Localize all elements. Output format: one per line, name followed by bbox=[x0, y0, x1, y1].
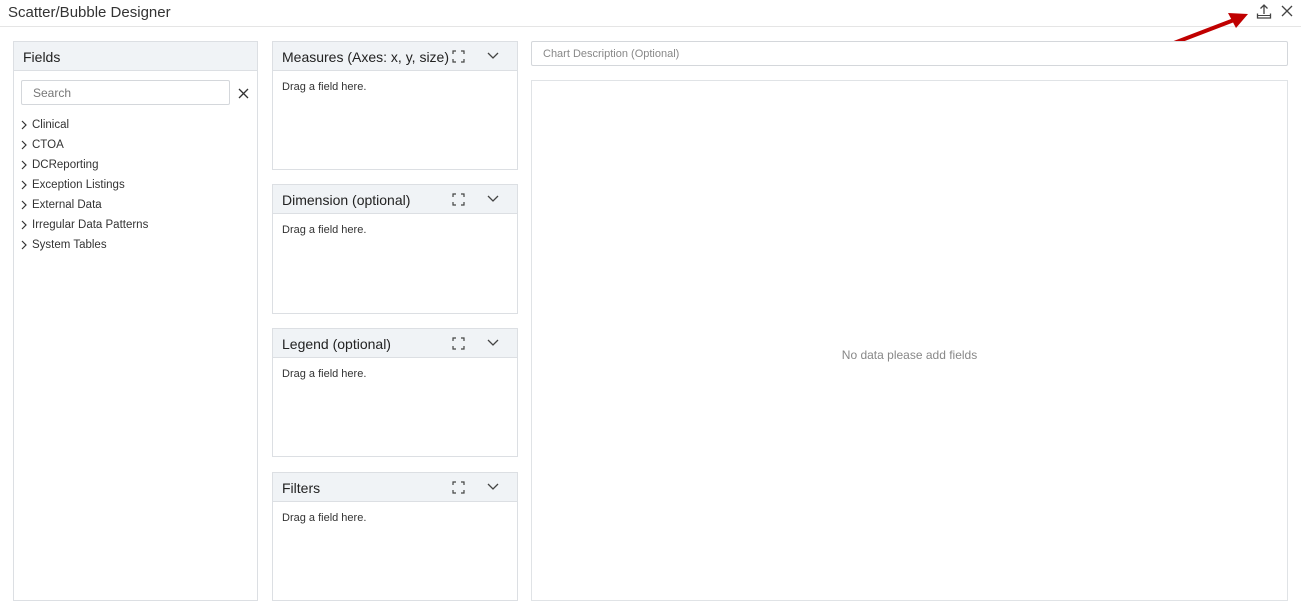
chart-preview-area: No data please add fields bbox=[531, 80, 1288, 601]
tree-item-ctoa[interactable]: CTOA bbox=[19, 135, 148, 155]
title-bar: Scatter/Bubble Designer bbox=[0, 0, 1301, 27]
window-title: Scatter/Bubble Designer bbox=[8, 4, 171, 21]
tree-item-label: External Data bbox=[32, 199, 102, 211]
fields-panel: Fields Clinical CTOA DCReporting Excepti… bbox=[13, 41, 258, 601]
tree-item-label: DCReporting bbox=[32, 159, 99, 171]
chart-description-input[interactable] bbox=[531, 41, 1288, 66]
chevron-right-icon[interactable] bbox=[19, 180, 29, 190]
fields-tree: Clinical CTOA DCReporting Exception List… bbox=[19, 115, 148, 255]
dimension-header: Dimension (optional) bbox=[273, 185, 517, 214]
chevron-down-icon[interactable] bbox=[487, 195, 499, 203]
tree-item-external-data[interactable]: External Data bbox=[19, 195, 148, 215]
chevron-right-icon[interactable] bbox=[19, 160, 29, 170]
export-upload-icon[interactable] bbox=[1255, 3, 1273, 21]
chevron-right-icon[interactable] bbox=[19, 240, 29, 250]
measures-title: Measures (Axes: x, y, size) bbox=[282, 49, 450, 65]
close-icon[interactable] bbox=[1280, 4, 1294, 18]
tree-item-dcreporting[interactable]: DCReporting bbox=[19, 155, 148, 175]
filters-header: Filters bbox=[273, 473, 517, 502]
legend-placeholder: Drag a field here. bbox=[282, 368, 367, 380]
tree-item-irregular-data-patterns[interactable]: Irregular Data Patterns bbox=[19, 215, 148, 235]
legend-drop-zone[interactable]: Legend (optional) Drag a field here. bbox=[272, 328, 518, 457]
filters-placeholder: Drag a field here. bbox=[282, 512, 367, 524]
chevron-down-icon[interactable] bbox=[487, 339, 499, 347]
measures-placeholder: Drag a field here. bbox=[282, 81, 367, 93]
chevron-right-icon[interactable] bbox=[19, 120, 29, 130]
tree-item-label: CTOA bbox=[32, 139, 64, 151]
fields-search-input[interactable] bbox=[21, 80, 230, 105]
tree-item-clinical[interactable]: Clinical bbox=[19, 115, 148, 135]
filters-drop-zone[interactable]: Filters Drag a field here. bbox=[272, 472, 518, 601]
filters-title: Filters bbox=[282, 480, 321, 496]
chevron-down-icon[interactable] bbox=[487, 52, 499, 60]
expand-icon[interactable] bbox=[452, 50, 465, 63]
tree-item-exception-listings[interactable]: Exception Listings bbox=[19, 175, 148, 195]
dimension-drop-zone[interactable]: Dimension (optional) Drag a field here. bbox=[272, 184, 518, 314]
tree-item-system-tables[interactable]: System Tables bbox=[19, 235, 148, 255]
measures-header: Measures (Axes: x, y, size) bbox=[273, 42, 517, 71]
tree-item-label: Clinical bbox=[32, 119, 70, 131]
chevron-right-icon[interactable] bbox=[19, 140, 29, 150]
legend-header: Legend (optional) bbox=[273, 329, 517, 358]
tree-item-label: System Tables bbox=[32, 239, 107, 251]
expand-icon[interactable] bbox=[452, 481, 465, 494]
dimension-placeholder: Drag a field here. bbox=[282, 224, 367, 236]
clear-search-icon[interactable] bbox=[238, 88, 249, 99]
fields-header: Fields bbox=[14, 42, 257, 71]
empty-chart-message: No data please add fields bbox=[841, 348, 978, 362]
legend-title: Legend (optional) bbox=[282, 336, 391, 352]
chevron-right-icon[interactable] bbox=[19, 200, 29, 210]
tree-item-label: Exception Listings bbox=[32, 179, 125, 191]
chevron-right-icon[interactable] bbox=[19, 220, 29, 230]
expand-icon[interactable] bbox=[452, 337, 465, 350]
chevron-down-icon[interactable] bbox=[487, 483, 499, 491]
dimension-title: Dimension (optional) bbox=[282, 192, 411, 208]
measures-drop-zone[interactable]: Measures (Axes: x, y, size) Drag a field… bbox=[272, 41, 518, 170]
expand-icon[interactable] bbox=[452, 193, 465, 206]
tree-item-label: Irregular Data Patterns bbox=[32, 219, 149, 231]
